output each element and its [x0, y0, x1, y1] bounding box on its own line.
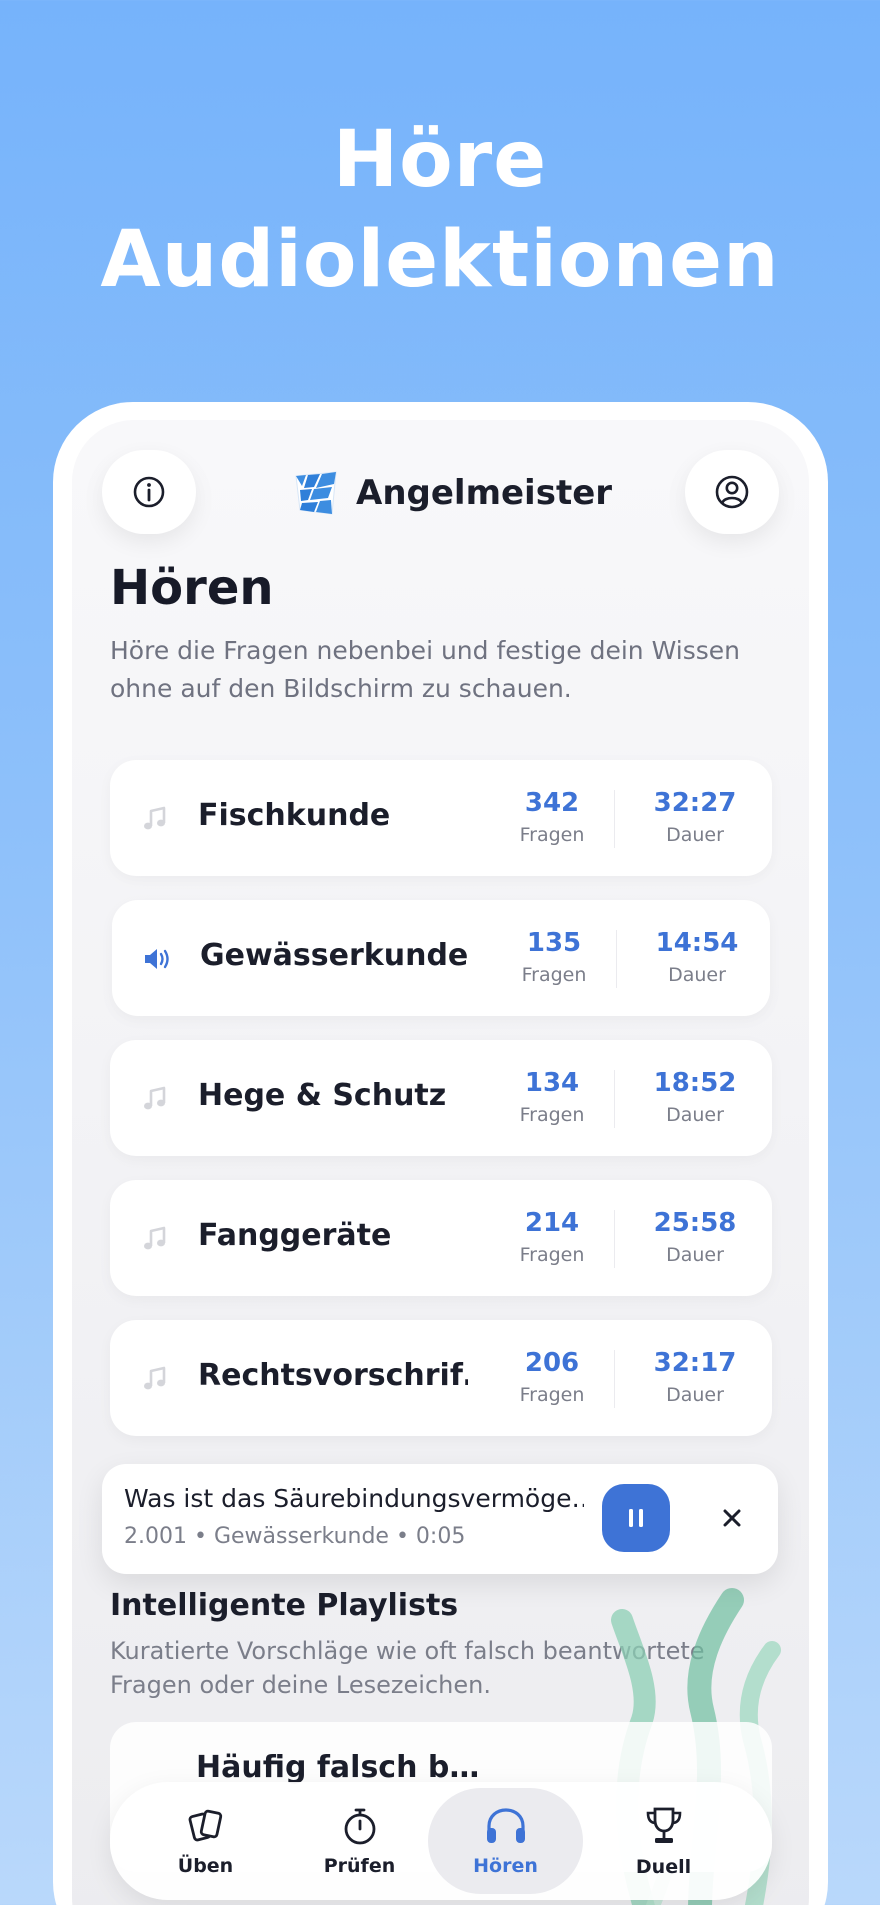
bavaria-logo-icon [295, 471, 337, 515]
question-count-value: 134 [524, 1068, 580, 1098]
music-note-icon [144, 1366, 166, 1390]
duration: 14:54 Dauer [637, 928, 757, 986]
duration-value: 25:58 [653, 1208, 737, 1238]
promo-headline-line1: Höre [332, 115, 548, 205]
duration: 32:17 Dauer [635, 1348, 755, 1406]
duration-value: 32:27 [653, 788, 737, 818]
category-card-fischkunde[interactable]: Fischkunde 342 Fragen 32:27 Dauer [110, 760, 772, 876]
category-name: Hege & Schutz [198, 1078, 447, 1113]
player-track-title: Was ist das Säurebindungsvermöge… [124, 1484, 584, 1513]
category-card-fanggeraete[interactable]: Fanggeräte 214 Fragen 25:58 Dauer [110, 1180, 772, 1296]
question-count-label: Fragen [519, 824, 585, 846]
playlist-name: Häufig falsch b… [196, 1750, 480, 1785]
stat-divider [614, 1210, 615, 1268]
tab-label: Prüfen [323, 1855, 396, 1877]
tab-hoeren[interactable]: Hören [428, 1788, 583, 1894]
trophy-icon [646, 1807, 681, 1843]
mini-player[interactable]: Was ist das Säurebindungsvermöge… 2.001 … [102, 1464, 778, 1574]
category-name: Fischkunde [198, 798, 391, 833]
tab-label: Üben [177, 1855, 234, 1877]
duration-label: Dauer [666, 824, 724, 846]
question-count-value: 206 [524, 1348, 580, 1378]
stat-divider [614, 1350, 615, 1408]
duration-label: Dauer [666, 1104, 724, 1126]
music-note-icon [144, 1226, 166, 1250]
question-count: 135 Fragen [494, 928, 614, 986]
category-card-rechtsvorschriften[interactable]: Rechtsvorschrif… 206 Fragen 32:17 Dauer [110, 1320, 772, 1436]
info-button[interactable] [102, 450, 196, 534]
promo-headline: Höre Audiolektionen [0, 110, 880, 310]
question-count: 342 Fragen [492, 788, 612, 846]
question-count-label: Fragen [519, 1384, 585, 1406]
duration-value: 18:52 [653, 1068, 737, 1098]
pause-icon [629, 1509, 643, 1527]
duration-label: Dauer [668, 964, 726, 986]
stat-divider [614, 790, 615, 848]
app-brand: Angelmeister [292, 468, 612, 518]
page-subtitle: Höre die Fragen nebenbei und festige dei… [110, 636, 740, 703]
question-count-value: 135 [526, 928, 582, 958]
promo-headline-line2: Audiolektionen [100, 215, 780, 305]
page-title: Hören [110, 560, 274, 616]
stat-divider [614, 1070, 615, 1128]
duration-value: 32:17 [653, 1348, 737, 1378]
question-count-value: 342 [524, 788, 580, 818]
duration-label: Dauer [666, 1384, 724, 1406]
music-note-icon [144, 1086, 166, 1110]
info-icon [133, 476, 165, 508]
question-count-label: Fragen [521, 964, 587, 986]
close-player-button[interactable] [712, 1498, 752, 1538]
close-icon [723, 1509, 741, 1527]
tab-label: Hören [473, 1855, 538, 1877]
category-name: Fanggeräte [198, 1218, 392, 1253]
question-count-label: Fragen [519, 1104, 585, 1126]
app-screen: Angelmeister Hören Höre die Fragen neben… [72, 420, 809, 1905]
stopwatch-icon [344, 1808, 375, 1845]
category-card-gewaesserkunde[interactable]: Gewässerkunde 135 Fragen 14:54 Dauer [112, 900, 770, 1016]
duration-value: 14:54 [655, 928, 739, 958]
question-count-value: 214 [524, 1208, 580, 1238]
category-card-hege-schutz[interactable]: Hege & Schutz 134 Fragen 18:52 Dauer [110, 1040, 772, 1156]
duration: 18:52 Dauer [635, 1068, 755, 1126]
question-count: 206 Fragen [492, 1348, 612, 1406]
question-count: 214 Fragen [492, 1208, 612, 1266]
tab-ueben[interactable]: Üben [128, 1782, 283, 1900]
duration: 32:27 Dauer [635, 788, 755, 846]
duration: 25:58 Dauer [635, 1208, 755, 1266]
music-note-icon [144, 806, 166, 830]
tab-duell[interactable]: Duell [586, 1782, 741, 1900]
pause-button[interactable] [602, 1484, 670, 1552]
playlists-title: Intelligente Playlists [110, 1588, 459, 1623]
tab-label: Duell [635, 1856, 692, 1878]
user-avatar-icon [715, 475, 749, 509]
profile-button[interactable] [685, 450, 779, 534]
tab-pruefen[interactable]: Prüfen [282, 1782, 437, 1900]
category-name: Rechtsvorschrif… [198, 1358, 468, 1393]
question-count-label: Fragen [519, 1244, 585, 1266]
bottom-tab-bar: Üben Prüfen Hören Duell [110, 1782, 772, 1900]
stat-divider [616, 930, 617, 988]
duration-label: Dauer [666, 1244, 724, 1266]
app-name: Angelmeister [356, 473, 613, 513]
cards-icon [188, 1809, 222, 1842]
question-count: 134 Fragen [492, 1068, 612, 1126]
player-track-meta: 2.001 • Gewässerkunde • 0:05 [124, 1524, 466, 1549]
category-name: Gewässerkunde [200, 938, 469, 973]
speaker-icon [145, 949, 169, 969]
headphones-icon [486, 1808, 525, 1843]
